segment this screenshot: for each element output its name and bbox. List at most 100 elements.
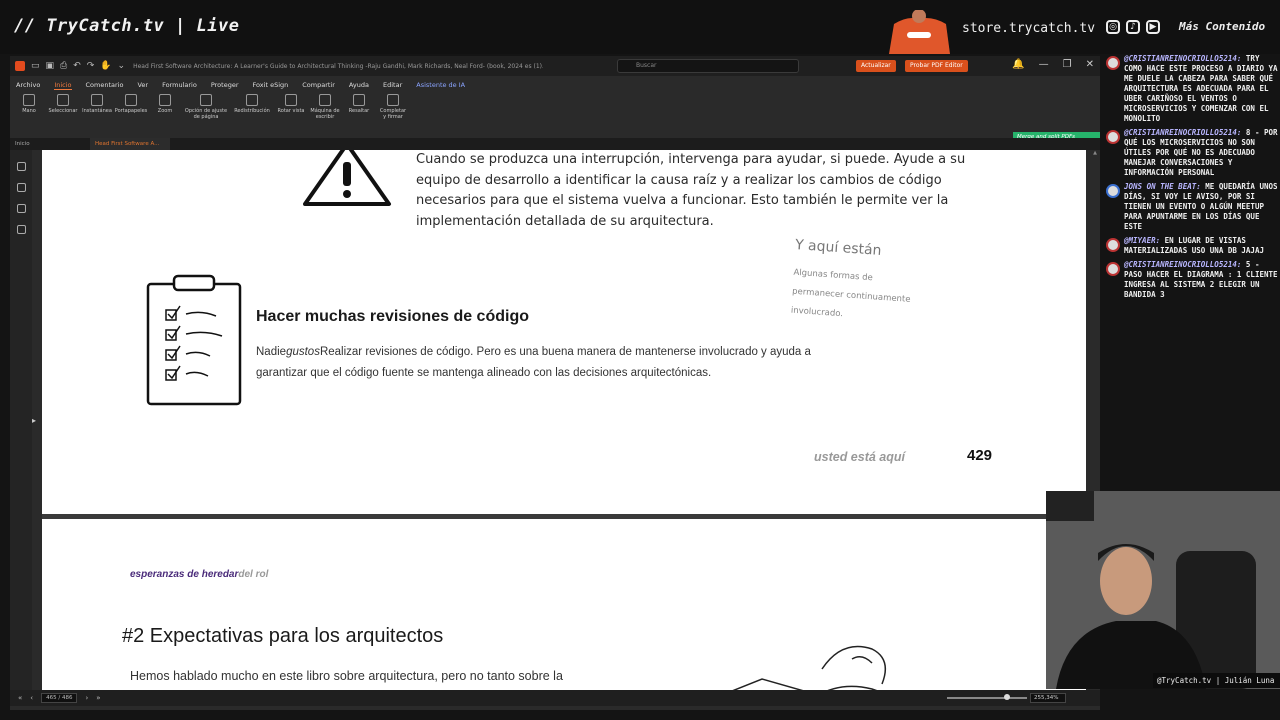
chat-user: @miyaer: [1124, 236, 1161, 245]
page-number: 429 [967, 447, 993, 464]
first-page-icon[interactable]: « [18, 694, 22, 702]
search-input[interactable]: Buscar [617, 59, 799, 73]
bell-icon[interactable]: 🔔 [1012, 59, 1024, 70]
attachment-icon[interactable] [16, 225, 26, 234]
running-header-a: esperanzas de heredar [130, 569, 239, 580]
tab-document[interactable]: Head First Software A... [90, 138, 170, 150]
chat-message: @miyaer: EN LUGAR DE VISTAS MATERIALIZAD… [1102, 236, 1280, 256]
menu-ayuda[interactable]: Ayuda [349, 81, 369, 89]
zoom-slider-handle[interactable] [1004, 694, 1010, 700]
ribbon-highlight[interactable]: Resaltar [344, 94, 374, 114]
zoom-level-input[interactable]: 255,34% [1030, 693, 1066, 703]
scroll-up-icon[interactable]: ▲ [1090, 150, 1100, 156]
print-icon[interactable]: ⎙ [60, 61, 67, 71]
menu-editar[interactable]: Editar [383, 81, 402, 89]
ribbon-clipboard[interactable]: Portapapeles [115, 94, 147, 114]
undo-icon[interactable]: ↶ [73, 61, 81, 71]
bookmark-icon[interactable] [16, 162, 26, 171]
ribbon-toolbar: Mano Seleccionar Instantánea Portapapele… [10, 94, 1100, 128]
clipboard-icon [125, 94, 137, 106]
menu-compartir[interactable]: Compartir [302, 81, 335, 89]
webcam-feed [1046, 491, 1280, 689]
page-number-input[interactable]: 465 / 486 [41, 693, 78, 703]
youtube-icon: ▶ [1146, 20, 1160, 34]
ribbon-snapshot[interactable]: Instantánea [82, 94, 112, 114]
last-page-icon[interactable]: » [96, 694, 100, 702]
fill-sign-icon [387, 94, 399, 106]
section-heading: Hacer muchas revisiones de código [256, 308, 529, 325]
page2-paragraph: Hemos hablado mucho en este libro sobre … [130, 669, 563, 683]
ribbon-rotate[interactable]: Rotar vista [276, 94, 306, 114]
ribbon-typewriter[interactable]: Máquina de escribir [310, 94, 340, 120]
typewriter-icon [319, 94, 331, 106]
running-header: esperanzas de heredardel rol [130, 569, 268, 580]
menu-proteger[interactable]: Proteger [211, 81, 239, 89]
avatar [1106, 262, 1120, 276]
clipboard-checklist-icon [146, 274, 242, 406]
live-chat: @CristianReinoCriollo5214: TRY COMO HACE… [1102, 54, 1280, 314]
select-icon [57, 94, 69, 106]
zoom-slider[interactable] [947, 697, 1027, 699]
restore-icon[interactable]: ❐ [1063, 59, 1072, 70]
warning-icon [303, 150, 391, 206]
running-header-b: del rol [238, 569, 269, 580]
ribbon-select[interactable]: Seleccionar [48, 94, 78, 114]
pdf-page-429: Cuando se produzca una interrupción, int… [42, 150, 1086, 514]
ribbon-reflow[interactable]: Redistribución [232, 94, 272, 114]
menu-inicio[interactable]: Inicio [54, 81, 72, 90]
handwritten-note-body: Algunas formas de permanecer continuamen… [790, 267, 911, 320]
avatar [1106, 184, 1120, 198]
chat-user: @CristianReinoCriollo5214: [1124, 54, 1242, 63]
next-page-icon[interactable]: › [85, 694, 88, 702]
chevron-down-icon[interactable]: ⌄ [118, 61, 126, 71]
menu-foxit-esign[interactable]: Foxit eSign [253, 81, 289, 89]
expand-panel-icon[interactable]: ▸ [32, 416, 36, 425]
update-button[interactable]: Actualizar [856, 60, 896, 72]
menu-archivo[interactable]: Archivo [16, 81, 40, 89]
social-icons: ◎ ♪ ▶ [1106, 20, 1160, 34]
menu-formulario[interactable]: Formulario [162, 81, 197, 89]
quick-access-toolbar: ▭ ▣ ⎙ ↶ ↷ ✋ ⌄ [15, 61, 125, 71]
body-rest: Realizar revisiones de código. Pero es u… [256, 346, 811, 379]
avatar [1106, 56, 1120, 70]
page2-heading: #2 Expectativas para los arquitectos [122, 625, 444, 647]
folder-icon[interactable]: ▭ [31, 61, 40, 71]
status-bar: « ‹ 465 / 486 › » 255,34% [10, 690, 1100, 706]
ribbon-fill-sign[interactable]: Completar y firmar [378, 94, 408, 120]
section-paragraph: NadiegustosRealizar revisiones de código… [256, 342, 816, 383]
close-icon[interactable]: ✕ [1086, 59, 1094, 70]
menu-ver[interactable]: Ver [137, 81, 148, 89]
comments-icon[interactable] [16, 204, 26, 213]
store-url: store.trycatch.tv [962, 21, 1096, 36]
reflow-icon [246, 94, 258, 106]
highlight-icon [353, 94, 365, 106]
brand-title: // TryCatch.tv | Live [14, 16, 240, 36]
menu-comentario[interactable]: Comentario [86, 81, 124, 89]
chat-user: JONS ON THE BEAT: [1124, 182, 1201, 191]
minimize-icon[interactable]: — [1039, 59, 1049, 70]
ribbon-zoom[interactable]: Zoom [150, 94, 180, 114]
redo-icon[interactable]: ↷ [87, 61, 95, 71]
tab-inicio[interactable]: Inicio [10, 138, 90, 150]
foxit-logo-icon [15, 61, 25, 71]
navigation-sidebar [10, 150, 32, 696]
ribbon-page-fit[interactable]: Opción de ajuste de página [184, 94, 228, 120]
save-icon[interactable]: ▣ [46, 61, 55, 71]
prev-page-icon[interactable]: ‹ [30, 694, 33, 702]
hand-tool-icon[interactable]: ✋ [100, 61, 111, 71]
streamer-image [1046, 491, 1280, 689]
chat-text: TRY COMO HACE ESTE PROCESO A DIARIO YA M… [1124, 54, 1278, 123]
pages-icon[interactable] [16, 183, 26, 192]
try-pdf-editor-button[interactable]: Probar PDF Editor [905, 60, 968, 72]
chat-user: @CristianReinoCriollo5214: [1124, 128, 1242, 137]
ribbon-hand[interactable]: Mano [14, 94, 44, 114]
page-fit-icon [200, 94, 212, 106]
chat-message: @CristianReinoCriollo5214: 5 - PASO HACE… [1102, 260, 1280, 300]
menu-ai-assistant[interactable]: Asistente de IA [416, 81, 465, 89]
instagram-icon: ◎ [1106, 20, 1120, 34]
avatar [1106, 238, 1120, 252]
hand-icon [23, 94, 35, 106]
stream-stage: // TryCatch.tv | Live store.trycatch.tv … [0, 0, 1280, 720]
pdf-reader-window: ▭ ▣ ⎙ ↶ ↷ ✋ ⌄ Head First Software Archit… [10, 56, 1100, 710]
body-italic: gustos [286, 346, 320, 358]
